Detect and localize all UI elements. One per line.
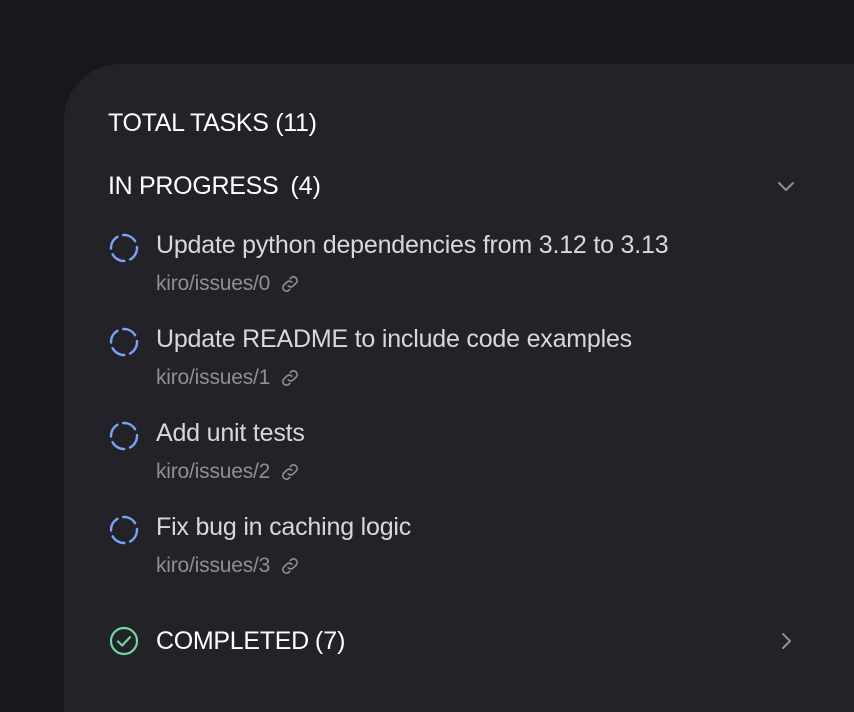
check-circle-icon: [109, 626, 139, 656]
task-meta: kiro/issues/1: [156, 365, 301, 391]
in-progress-spinner-icon: [109, 327, 139, 357]
chevron-down-icon[interactable]: [774, 174, 798, 198]
in-progress-section-header[interactable]: IN PROGRESS (4): [108, 170, 798, 202]
in-progress-label: IN PROGRESS: [108, 171, 279, 200]
task-item[interactable]: Update python dependencies from 3.12 to …: [108, 228, 798, 322]
task-title: Fix bug in caching logic: [156, 513, 412, 541]
in-progress-spinner-icon: [109, 515, 139, 545]
task-title: Update python dependencies from 3.12 to …: [156, 231, 669, 259]
in-progress-spinner-icon: [109, 421, 139, 451]
task-issue-ref[interactable]: kiro/issues/2: [156, 460, 270, 484]
app-background: TOTAL TASKS (11) IN PROGRESS (4) Update …: [0, 0, 854, 712]
tasks-panel: TOTAL TASKS (11) IN PROGRESS (4) Update …: [64, 64, 854, 712]
task-meta: kiro/issues/0: [156, 271, 301, 297]
in-progress-spinner-icon: [109, 233, 139, 263]
link-icon[interactable]: [279, 461, 301, 483]
link-icon[interactable]: [279, 367, 301, 389]
task-issue-ref[interactable]: kiro/issues/3: [156, 554, 270, 578]
task-item[interactable]: Update README to include code examples k…: [108, 322, 798, 416]
task-title: Add unit tests: [156, 419, 305, 447]
task-item[interactable]: Fix bug in caching logic kiro/issues/3: [108, 510, 798, 604]
completed-section-header[interactable]: COMPLETED (7): [108, 625, 798, 657]
completed-count: (7): [314, 626, 346, 655]
task-title: Update README to include code examples: [156, 325, 632, 353]
task-meta: kiro/issues/2: [156, 459, 301, 485]
completed-label: COMPLETED: [156, 626, 309, 655]
link-icon[interactable]: [279, 555, 301, 577]
task-issue-ref[interactable]: kiro/issues/1: [156, 366, 270, 390]
in-progress-task-list: Update python dependencies from 3.12 to …: [108, 228, 798, 604]
chevron-right-icon[interactable]: [774, 629, 798, 653]
link-icon[interactable]: [279, 273, 301, 295]
task-issue-ref[interactable]: kiro/issues/0: [156, 272, 270, 296]
in-progress-count: (4): [290, 171, 321, 200]
total-tasks-title: TOTAL TASKS (11): [108, 109, 317, 137]
task-meta: kiro/issues/3: [156, 553, 301, 579]
task-item[interactable]: Add unit tests kiro/issues/2: [108, 416, 798, 510]
completed-title-group: COMPLETED (7): [108, 625, 345, 657]
